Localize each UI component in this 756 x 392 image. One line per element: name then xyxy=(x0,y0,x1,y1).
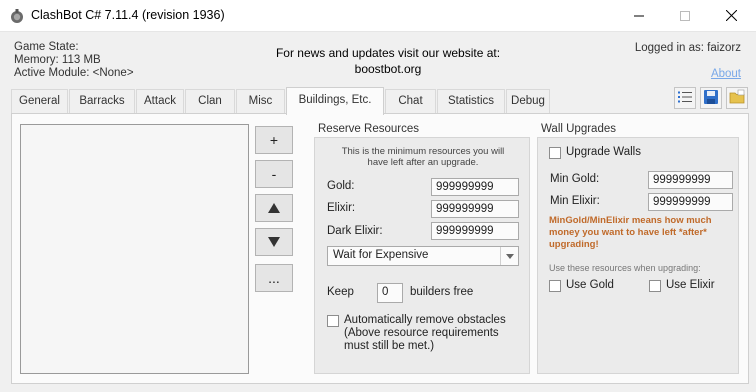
title-bar: ClashBot C# 7.11.4 (revision 1936) xyxy=(0,0,756,32)
obstacles-note-line3: must still be met.) xyxy=(344,340,435,352)
logged-in-label: Logged in as: faizorz xyxy=(634,42,741,54)
buildings-tab-panel: + - ... Reserve Resources This is the mi… xyxy=(11,113,749,384)
memory-label: Memory: 113 MB xyxy=(14,54,101,66)
min-elixir-label: Min Elixir: xyxy=(550,195,600,207)
keep-builders-input[interactable]: 0 xyxy=(377,283,403,303)
gold-input[interactable]: 999999999 xyxy=(431,178,519,196)
save-icon xyxy=(703,89,719,108)
tab-statistics[interactable]: Statistics xyxy=(437,89,505,113)
website-text: boostbot.org xyxy=(354,62,422,76)
gold-label: Gold: xyxy=(327,180,355,192)
save-button[interactable] xyxy=(700,87,722,109)
tab-debug[interactable]: Debug xyxy=(506,89,550,113)
wall-warning-line3: upgrading! xyxy=(549,239,599,250)
use-elixir-checkbox[interactable] xyxy=(649,280,661,292)
open-folder-icon xyxy=(729,89,745,108)
list-button[interactable] xyxy=(674,87,696,109)
close-button[interactable] xyxy=(708,0,754,31)
wait-mode-value: Wait for Expensive xyxy=(333,249,429,261)
min-gold-input[interactable]: 999999999 xyxy=(648,171,733,189)
reserve-note-line2: have left after an upgrade. xyxy=(367,157,479,168)
wall-upgrades-title: Wall Upgrades xyxy=(541,123,616,135)
remove-obstacles-checkbox[interactable] xyxy=(327,315,339,327)
elixir-label: Elixir: xyxy=(327,202,356,214)
minimize-button[interactable] xyxy=(616,0,662,31)
keep-label: Keep xyxy=(327,286,354,298)
list-icon xyxy=(677,90,693,107)
about-link[interactable]: About xyxy=(711,68,741,80)
tab-chat[interactable]: Chat xyxy=(385,89,436,113)
chevron-down-icon xyxy=(500,247,518,265)
wall-upgrades-group: Upgrade Walls Min Gold: 999999999 Min El… xyxy=(537,137,739,374)
tab-attack[interactable]: Attack xyxy=(136,89,184,113)
min-elixir-input[interactable]: 999999999 xyxy=(648,193,733,211)
maximize-button[interactable] xyxy=(662,0,708,31)
add-button[interactable]: + xyxy=(255,126,293,154)
arrow-up-icon xyxy=(268,200,280,216)
buildings-list[interactable] xyxy=(20,124,249,374)
reserve-resources-title: Reserve Resources xyxy=(318,123,419,135)
tab-general[interactable]: General xyxy=(11,89,68,113)
tab-clan[interactable]: Clan xyxy=(185,89,235,113)
tab-misc[interactable]: Misc xyxy=(236,89,285,113)
move-down-button[interactable] xyxy=(255,228,293,256)
window-title: ClashBot C# 7.11.4 (revision 1936) xyxy=(31,8,225,22)
tab-barracks[interactable]: Barracks xyxy=(69,89,135,113)
dark-elixir-input[interactable]: 999999999 xyxy=(431,222,519,240)
game-state-label: Game State: xyxy=(14,41,79,53)
use-elixir-label: Use Elixir xyxy=(666,279,715,291)
remove-button[interactable]: - xyxy=(255,160,293,188)
remove-obstacles-label: Automatically remove obstacles xyxy=(344,314,506,326)
builders-free-label: builders free xyxy=(410,286,474,298)
wall-warning-line2: money you want to have left *after* xyxy=(549,227,707,238)
elixir-input[interactable]: 999999999 xyxy=(431,200,519,218)
dark-elixir-label: Dark Elixir: xyxy=(327,225,383,237)
obstacles-note-line2: (Above resource requirements xyxy=(344,327,499,339)
open-button[interactable] xyxy=(726,87,748,109)
tab-buildings[interactable]: Buildings, Etc. xyxy=(286,87,384,115)
active-module-label: Active Module: <None> xyxy=(14,67,134,79)
reserve-resources-group: This is the minimum resources you will h… xyxy=(314,137,530,374)
wall-warning-line1: MinGold/MinElixir means how much xyxy=(549,215,712,226)
move-up-button[interactable] xyxy=(255,194,293,222)
wait-mode-select[interactable]: Wait for Expensive xyxy=(327,246,519,266)
reserve-note-line1: This is the minimum resources you will xyxy=(341,146,505,157)
upgrade-walls-label: Upgrade Walls xyxy=(566,146,641,158)
arrow-down-icon xyxy=(268,234,280,250)
clashbot-app-icon xyxy=(9,8,25,24)
use-resources-note: Use these resources when upgrading: xyxy=(549,263,701,273)
upgrade-walls-checkbox[interactable] xyxy=(549,147,561,159)
min-gold-label: Min Gold: xyxy=(550,173,600,185)
news-text: For news and updates visit our website a… xyxy=(275,46,501,60)
use-gold-checkbox[interactable] xyxy=(549,280,561,292)
more-button[interactable]: ... xyxy=(255,264,293,292)
use-gold-label: Use Gold xyxy=(566,279,614,291)
status-panel: Game State: Memory: 113 MB Active Module… xyxy=(8,38,748,86)
